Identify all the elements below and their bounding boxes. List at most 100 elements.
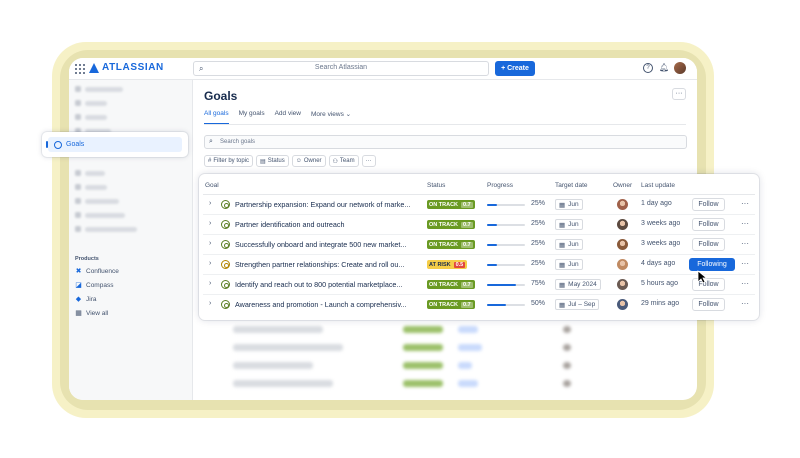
follow-button[interactable]: Follow [692, 298, 725, 311]
tab-more-views[interactable]: More views ⌄ [311, 110, 351, 118]
tab-all-goals[interactable]: All goals [204, 110, 229, 118]
column-header-progress[interactable]: Progress [487, 182, 513, 189]
help-icon[interactable]: ? [643, 63, 653, 73]
column-header-owner[interactable]: Owner [613, 182, 632, 189]
compass-icon: ◪ [75, 282, 82, 289]
table-row[interactable]: › Awareness and promotion - Launch a comp… [199, 295, 759, 315]
table-row[interactable]: › Successfully onboard and integrate 500 … [199, 235, 759, 255]
tab-more-views-label: More views [310, 111, 344, 118]
chevron-right-icon[interactable]: › [209, 260, 211, 267]
goal-name[interactable]: Strengthen partner relationships: Create… [235, 260, 418, 269]
global-search-input[interactable]: ⌕ Search Atlassian [193, 61, 489, 76]
atlassian-logo[interactable]: ATLASSIAN [89, 62, 164, 73]
tab-add-view[interactable]: Add view [275, 110, 301, 118]
progress-percent: 75% [531, 280, 546, 287]
goal-name[interactable]: Awareness and promotion - Launch a compr… [235, 300, 418, 309]
target-date[interactable]: ▦ Jun [555, 239, 583, 250]
target-date[interactable]: ▦ Jul – Sep [555, 299, 600, 310]
top-navigation: ATLASSIAN ⌕ Search Atlassian + Create ? … [69, 58, 697, 80]
blurred-nav-item [85, 101, 107, 106]
owner-avatar[interactable] [617, 259, 628, 270]
filter-topic-button[interactable]: # Filter by topic [204, 155, 254, 167]
progress-bar [487, 244, 525, 246]
create-button[interactable]: + Create [495, 61, 535, 76]
calendar-icon: ▦ [559, 261, 566, 269]
hash-icon: # [208, 158, 212, 164]
product-view-all[interactable]: ▦ View all [75, 310, 108, 317]
target-date-label: Jun [568, 221, 579, 228]
target-date[interactable]: ▦ Jun [555, 199, 583, 210]
blurred-nav-item [85, 171, 105, 176]
filter-owner-button[interactable]: ☺ Owner [291, 155, 326, 167]
column-header-status[interactable]: Status [427, 182, 445, 189]
target-date[interactable]: ▦ Jun [555, 259, 583, 270]
owner-avatar[interactable] [617, 199, 628, 210]
status-label: ON TRACK [429, 241, 459, 248]
column-header-goal[interactable]: Goal [205, 182, 219, 189]
target-date-label: May 2024 [568, 281, 597, 288]
row-more-actions-icon[interactable]: ··· [741, 199, 749, 208]
sidebar-item-goals[interactable]: Goals [42, 132, 188, 157]
follow-button[interactable]: Follow [692, 238, 725, 251]
chevron-right-icon[interactable]: › [209, 240, 211, 247]
follow-button[interactable]: Follow [692, 198, 725, 211]
following-button[interactable]: Following [689, 258, 735, 271]
tab-my-goals[interactable]: My goals [239, 110, 265, 118]
target-date[interactable]: ▦ May 2024 [555, 279, 601, 290]
owner-avatar[interactable] [617, 239, 628, 250]
row-more-actions-icon[interactable]: ··· [741, 239, 749, 248]
row-more-actions-icon[interactable]: ··· [741, 299, 749, 308]
goals-search-input[interactable]: ⌕ Search goals [204, 135, 687, 149]
chevron-right-icon[interactable]: › [209, 220, 211, 227]
notifications-icon[interactable]: 🔔︎ [659, 63, 669, 73]
blurred-goal-row [213, 344, 683, 352]
status-score: 0.7 [461, 281, 473, 288]
table-row[interactable]: › Identify and reach out to 800 potential… [199, 275, 759, 295]
owner-avatar[interactable] [617, 299, 628, 310]
product-confluence[interactable]: ✖ Confluence [75, 268, 119, 275]
row-more-actions-icon[interactable]: ··· [741, 219, 749, 228]
column-header-target-date[interactable]: Target date [555, 182, 588, 189]
row-more-actions-icon[interactable]: ··· [741, 279, 749, 288]
filter-label: ··· [365, 158, 372, 164]
goal-icon [221, 260, 230, 269]
owner-avatar[interactable] [617, 279, 628, 290]
status-badge: ON TRACK 0.7 [427, 280, 475, 289]
product-compass[interactable]: ◪ Compass [75, 282, 113, 289]
progress-bar [487, 224, 525, 226]
calendar-icon: ▦ [559, 281, 566, 289]
owner-avatar[interactable] [617, 219, 628, 230]
blurred-nav-item [85, 115, 107, 120]
filter-status-button[interactable]: ▤ Status [256, 155, 289, 167]
last-update: 1 day ago [641, 200, 672, 207]
table-row[interactable]: › Strengthen partner relationships: Creat… [199, 255, 759, 275]
target-date[interactable]: ▦ Jun [555, 219, 583, 230]
more-actions-button[interactable]: ··· [672, 88, 686, 100]
goal-name[interactable]: Identify and reach out to 800 potential … [235, 280, 418, 289]
goal-name[interactable]: Partner identification and outreach [235, 220, 418, 229]
chevron-right-icon[interactable]: › [209, 300, 211, 307]
row-more-actions-icon[interactable]: ··· [741, 259, 749, 268]
chevron-right-icon[interactable]: › [209, 280, 211, 287]
progress-fill [487, 304, 506, 306]
table-row[interactable]: › Partner identification and outreach ON T… [199, 215, 759, 235]
chevron-down-icon: ⌄ [345, 111, 352, 118]
goal-name[interactable]: Successfully onboard and integrate 500 n… [235, 240, 418, 249]
target-date-label: Jul – Sep [568, 301, 596, 308]
chevron-right-icon[interactable]: › [209, 200, 211, 207]
filter-team-button[interactable]: ⚇ Team [328, 155, 359, 167]
column-header-last-update[interactable]: Last update [641, 182, 675, 189]
jira-icon: ◆ [75, 296, 82, 303]
follow-button[interactable]: Follow [692, 218, 725, 231]
progress-bar [487, 204, 525, 206]
progress-bar [487, 264, 525, 266]
goal-name[interactable]: Partnership expansion: Expand our networ… [235, 200, 418, 209]
blurred-nav-icon [75, 226, 81, 232]
target-date-label: Jun [568, 261, 579, 268]
user-avatar[interactable] [674, 62, 686, 74]
filter-more-button[interactable]: ··· [361, 155, 376, 167]
product-jira[interactable]: ◆ Jira [75, 296, 97, 303]
view-tabs: All goals My goals Add view More views ⌄ [204, 110, 351, 118]
table-row[interactable]: › Partnership expansion: Expand our netwo… [199, 195, 759, 215]
app-switcher-icon[interactable] [75, 64, 85, 74]
